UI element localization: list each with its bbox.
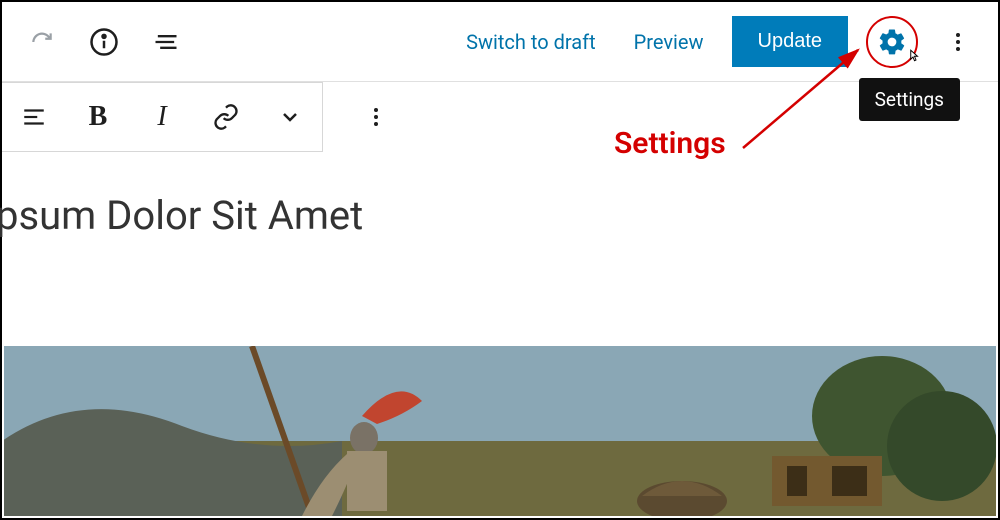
pointer-cursor-icon [904, 46, 922, 68]
settings-tooltip: Settings [859, 78, 960, 121]
annotation-settings-label: Settings [614, 126, 726, 161]
redo-button[interactable] [20, 20, 64, 64]
align-button[interactable] [2, 83, 66, 151]
more-options-button[interactable] [936, 20, 980, 64]
editor-content: psum Dolor Sit Amet [2, 152, 998, 239]
block-format-toolbar: B I [2, 82, 998, 152]
switch-to-draft-link[interactable]: Switch to draft [456, 30, 606, 54]
gear-icon [877, 27, 907, 57]
post-title[interactable]: psum Dolor Sit Amet [0, 192, 998, 239]
info-button[interactable] [82, 20, 126, 64]
outline-button[interactable] [144, 20, 188, 64]
preview-link[interactable]: Preview [624, 30, 714, 54]
block-more-button[interactable] [341, 83, 411, 151]
format-group: B I [2, 82, 323, 152]
link-button[interactable] [194, 83, 258, 151]
toolbar-left-group [12, 20, 188, 64]
settings-button[interactable] [866, 16, 918, 68]
editor-top-toolbar: Switch to draft Preview Update [2, 2, 998, 82]
featured-image-block[interactable] [4, 346, 996, 516]
more-format-dropdown[interactable] [258, 83, 322, 151]
update-button[interactable]: Update [732, 16, 849, 67]
toolbar-right-group: Switch to draft Preview Update [456, 16, 988, 68]
italic-button[interactable]: I [130, 83, 194, 151]
bold-button[interactable]: B [66, 83, 130, 151]
